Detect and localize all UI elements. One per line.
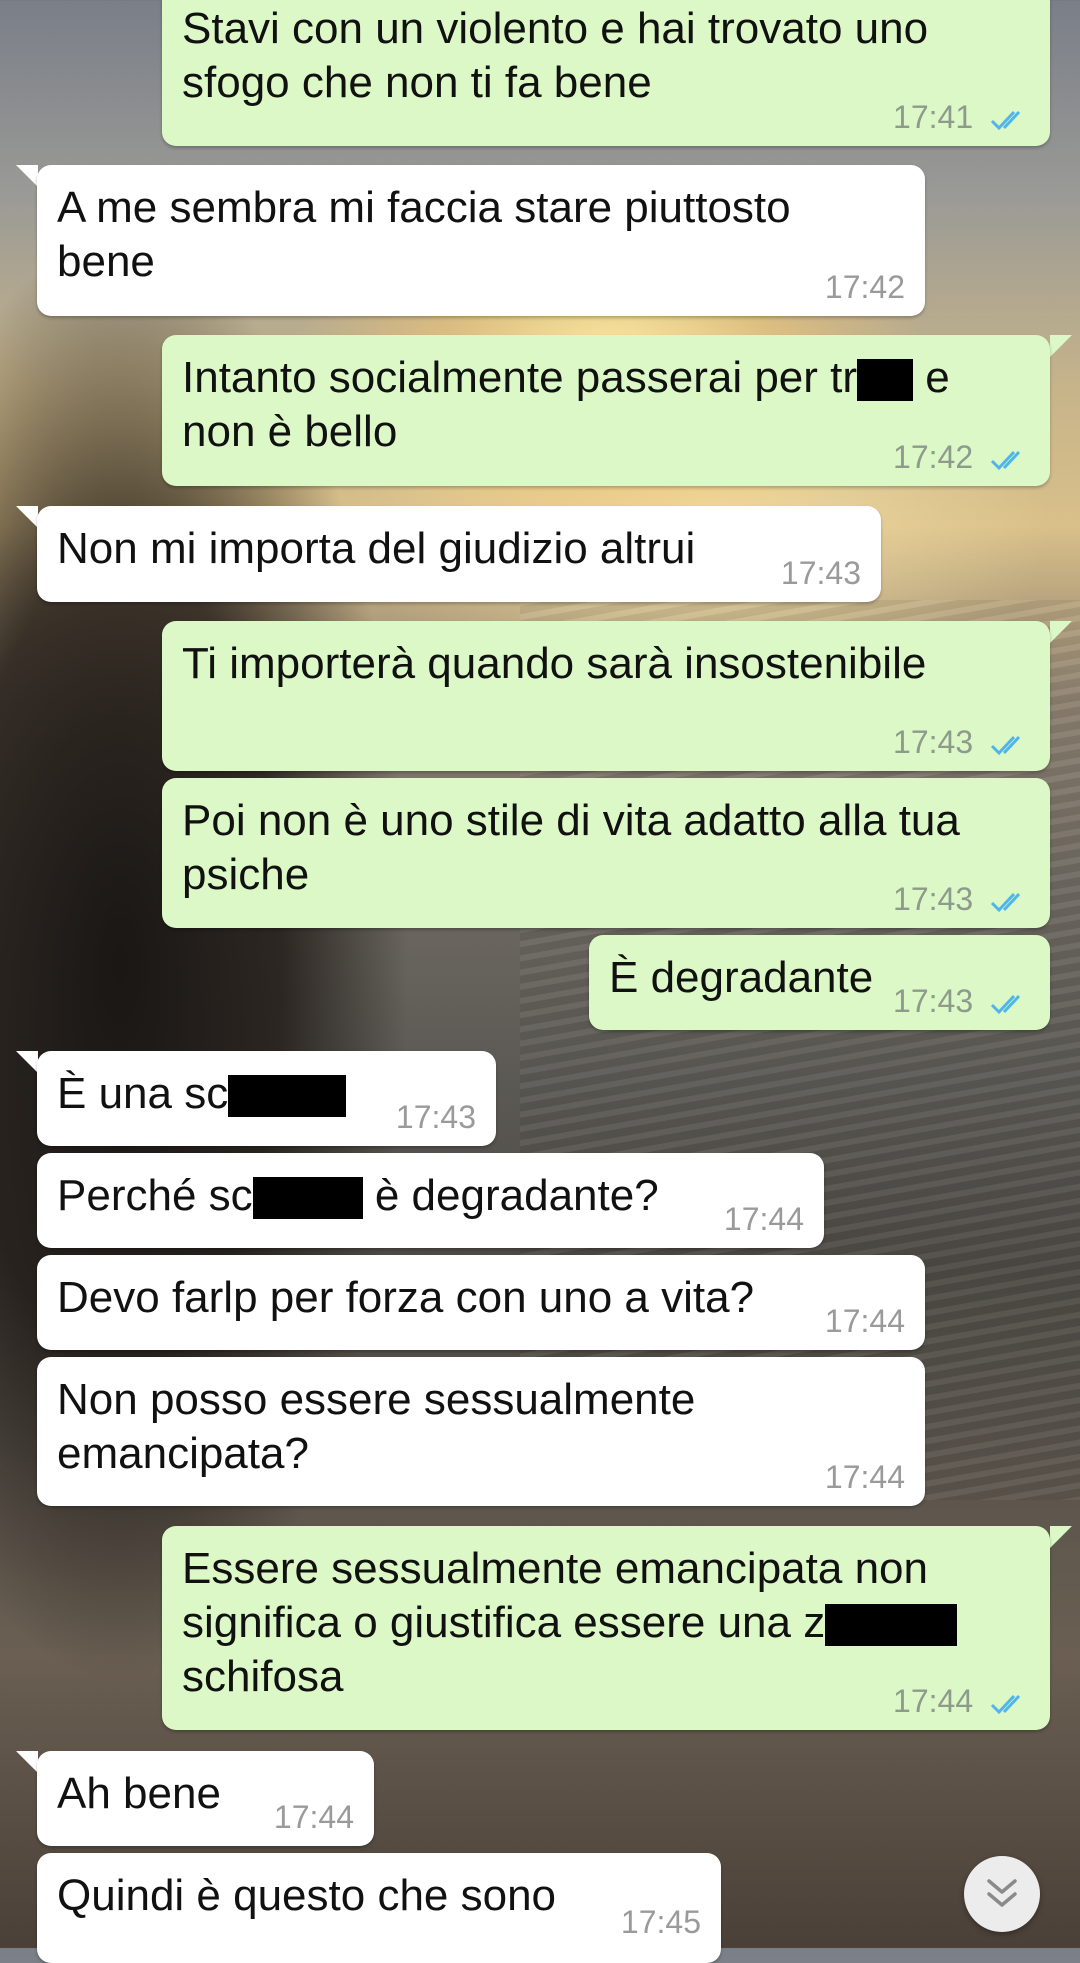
message-text: È una sc [57,1069,229,1118]
message-meta: 17:43 [781,556,861,590]
message-text-line: Intanto socialmente passerai per tr e [182,351,1030,405]
message-text-line: significa o giustifica essere una z [182,1596,1030,1650]
message-text: è degradante? [362,1171,659,1220]
message-time: 17:42 [893,439,974,475]
redaction-block [857,359,914,402]
message-incoming[interactable]: A me sembra mi faccia stare piuttosto be… [37,165,925,316]
message-text-line: Poi non è uno stile di vita adatto alla … [182,796,960,845]
bubble-tail [1050,1526,1072,1548]
message-incoming[interactable]: Non mi importa del giudizio altrui 17:43 [37,506,881,602]
message-text-line: Devo farlp per forza con uno a vita? [57,1273,755,1322]
message-text-line: bene [57,237,155,286]
message-text-line: Ti importerà quando sarà insostenibile [182,639,927,688]
message-text-line: Non mi importa del giudizio altrui [57,524,696,573]
read-ticks-icon [990,1694,1021,1714]
message-meta: 17:43 [893,882,1030,916]
message-meta: 17:43 [893,984,1030,1018]
message-time: 17:43 [893,983,974,1019]
message-time: 17:43 [395,1099,476,1135]
message-incoming[interactable]: Non posso essere sessualmente emancipata… [37,1357,925,1506]
message-time: 17:44 [273,1799,354,1835]
message-outgoing[interactable]: Poi non è uno stile di vita adatto alla … [162,778,1050,928]
scroll-to-bottom-button[interactable] [964,1856,1040,1932]
message-time: 17:43 [780,555,861,591]
message-time: 17:43 [893,881,974,917]
message-incoming[interactable]: È una sc 17:43 [37,1051,496,1146]
message-text: Intanto socialmente passerai per tr [182,353,858,402]
message-meta: 17:43 [396,1100,476,1134]
message-incoming[interactable]: Perché sc è degradante? 17:44 [37,1153,824,1248]
message-text: significa o giustifica essere una z [182,1598,826,1647]
message-meta: 17:45 [621,1905,701,1939]
bubble-tail [16,1051,38,1073]
read-ticks-icon [990,450,1021,470]
message-meta: 17:43 [893,725,1030,759]
message-meta: 17:44 [825,1304,905,1338]
redaction-block [228,1075,347,1118]
message-text-line: Essere sessualmente emancipata non [182,1544,928,1593]
read-ticks-icon [990,892,1021,912]
message-time: 17:41 [893,99,974,135]
bubble-tail [1050,335,1072,357]
message-meta: 17:44 [893,1684,1030,1718]
message-meta: 17:42 [893,440,1030,474]
message-meta: 17:44 [274,1800,354,1834]
bubble-tail [1050,621,1072,643]
message-meta: 17:44 [724,1202,804,1236]
message-text: Perché sc [57,1171,253,1220]
message-outgoing[interactable]: Intanto socialmente passerai per tr e no… [162,335,1050,486]
message-incoming[interactable]: Ah bene 17:44 [37,1751,374,1846]
message-outgoing[interactable]: Stavi con un violento e hai trovato uno … [162,0,1050,146]
message-incoming[interactable]: Devo farlp per forza con uno a vita? 17:… [37,1255,925,1350]
read-ticks-icon [990,994,1021,1014]
message-time: 17:44 [893,1683,974,1719]
message-text-line: emancipata? [57,1429,309,1478]
redaction-block [825,1604,958,1647]
double-chevron-down-icon [987,1879,1017,1907]
message-time: 17:42 [824,269,905,305]
message-text-line: A me sembra mi faccia stare piuttosto [57,183,791,232]
read-ticks-icon [990,110,1021,130]
message-outgoing[interactable]: Essere sessualmente emancipata non signi… [162,1526,1050,1730]
message-meta: 17:44 [825,1460,905,1494]
message-text-line: Quindi è questo che sono [57,1871,557,1920]
message-time: 17:44 [824,1303,905,1339]
message-time: 17:45 [620,1904,701,1940]
message-incoming[interactable]: Quindi è questo che sono 17:45 [37,1853,721,1963]
bubble-tail [16,506,38,528]
bubble-tail [16,1751,38,1773]
message-meta: 17:42 [825,270,905,304]
message-time: 17:44 [824,1459,905,1495]
message-text-line: Non posso essere sessualmente [57,1375,696,1424]
message-meta: 17:41 [893,100,1030,134]
message-text: e [913,353,950,402]
message-time: 17:44 [723,1201,804,1237]
message-text-line: Perché sc è degradante? [57,1169,804,1223]
bubble-tail [16,165,38,187]
message-outgoing[interactable]: Ti importerà quando sarà insostenibile 1… [162,621,1050,771]
message-text-line: Stavi con un violento e hai trovato uno [182,4,929,53]
message-outgoing[interactable]: È degradante 17:43 [589,935,1050,1030]
chat-area[interactable]: Stavi con un violento e hai trovato uno … [0,0,1080,1963]
message-time: 17:43 [893,724,974,760]
redaction-block [252,1177,363,1220]
read-ticks-icon [990,735,1021,755]
